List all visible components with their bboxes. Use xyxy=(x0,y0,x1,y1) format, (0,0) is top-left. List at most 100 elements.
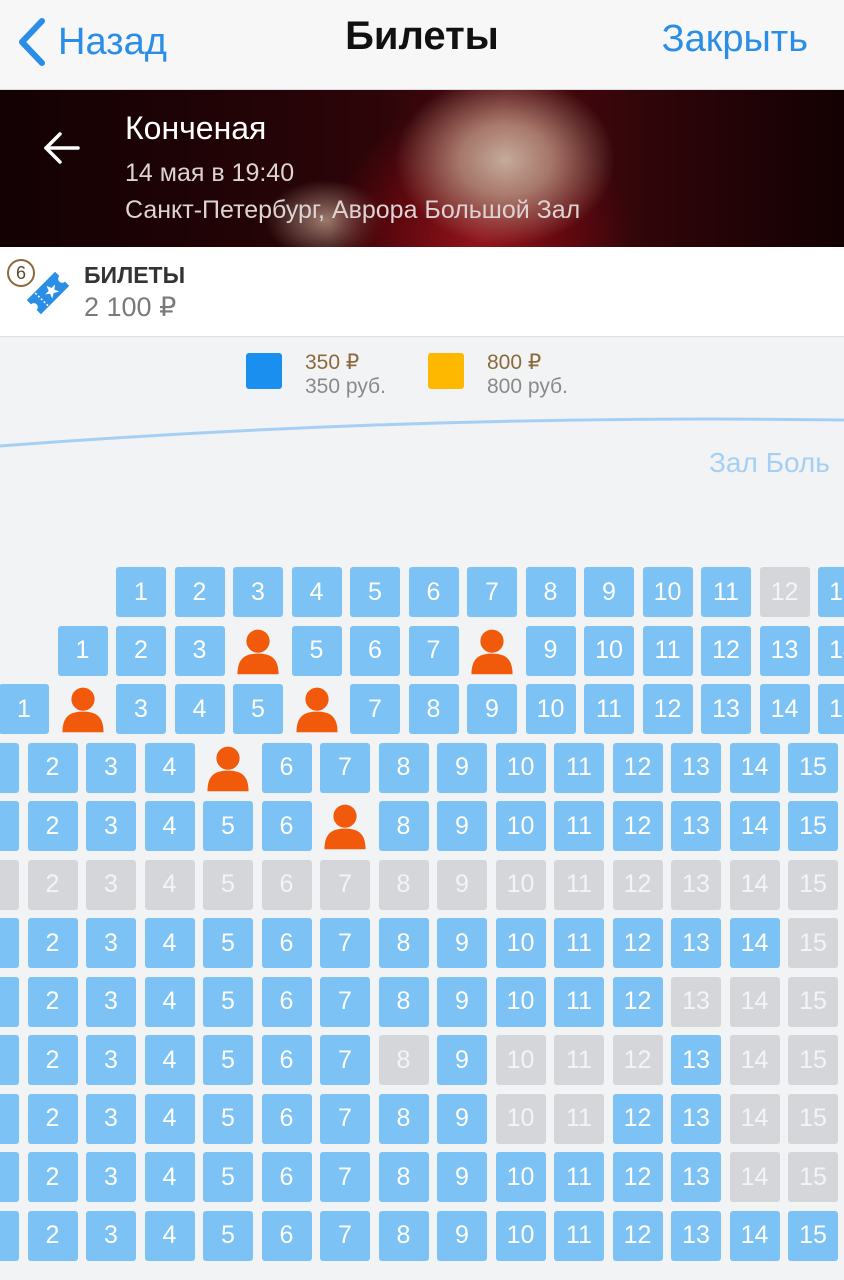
seat-row5-1[interactable]: 1 xyxy=(0,801,19,851)
seat-row4-13[interactable]: 13 xyxy=(671,742,721,793)
seat-row6-13[interactable]: 13 xyxy=(671,859,721,910)
seat-row12-14[interactable]: 14 xyxy=(729,1210,780,1261)
seat-row2-5[interactable]: 5 xyxy=(291,625,342,676)
seat-row11-1[interactable]: 1 xyxy=(0,1152,19,1202)
seat-row10-9[interactable]: 9 xyxy=(437,1093,487,1144)
seat-row11-11[interactable]: 11 xyxy=(554,1152,604,1202)
seat-row11-7[interactable]: 7 xyxy=(320,1152,370,1202)
seat-row5-4[interactable]: 4 xyxy=(144,801,195,851)
seat-row11-4[interactable]: 4 xyxy=(144,1152,195,1202)
close-button[interactable]: Закрыть xyxy=(662,18,808,61)
seat-row5-11[interactable]: 11 xyxy=(554,801,604,851)
seat-row9-2[interactable]: 2 xyxy=(27,1035,78,1085)
seat-row7-10[interactable]: 10 xyxy=(495,918,546,968)
seat-row6-11[interactable]: 11 xyxy=(554,859,604,910)
seat-row8-7[interactable]: 7 xyxy=(320,976,370,1027)
seat-row5-10[interactable]: 10 xyxy=(495,801,546,851)
seat-row3-4[interactable]: 4 xyxy=(174,684,225,734)
seat-row2-6[interactable]: 6 xyxy=(350,625,400,676)
seat-row10-11[interactable]: 11 xyxy=(554,1093,604,1144)
seat-row12-5[interactable]: 5 xyxy=(203,1210,253,1261)
seat-row4-7[interactable]: 7 xyxy=(320,742,370,793)
seat-row12-6[interactable]: 6 xyxy=(261,1210,312,1261)
seat-row5-13[interactable]: 13 xyxy=(671,801,721,851)
seat-row5-7[interactable] xyxy=(320,801,370,851)
seat-row8-10[interactable]: 10 xyxy=(495,976,546,1027)
seat-row7-6[interactable]: 6 xyxy=(261,918,312,968)
seat-row4-1[interactable]: 1 xyxy=(0,742,19,793)
seat-row6-3[interactable]: 3 xyxy=(86,859,136,910)
seat-row3-14[interactable]: 14 xyxy=(759,684,810,734)
seat-row1-10[interactable]: 10 xyxy=(642,567,693,617)
seat-row4-6[interactable]: 6 xyxy=(261,742,312,793)
seat-row8-2[interactable]: 2 xyxy=(27,976,78,1027)
seat-row8-5[interactable]: 5 xyxy=(203,976,253,1027)
seat-row12-2[interactable]: 2 xyxy=(27,1210,78,1261)
seat-row1-1[interactable]: 1 xyxy=(116,567,166,617)
seat-row12-12[interactable]: 12 xyxy=(612,1210,663,1261)
seat-row2-13[interactable]: 13 xyxy=(759,625,810,676)
seat-row3-11[interactable]: 11 xyxy=(584,684,634,734)
seat-row7-1[interactable]: 1 xyxy=(0,918,19,968)
seat-row9-8[interactable]: 8 xyxy=(378,1035,429,1085)
arrow-left-icon[interactable] xyxy=(40,126,84,170)
seat-row9-6[interactable]: 6 xyxy=(261,1035,312,1085)
seat-row12-15[interactable]: 15 xyxy=(788,1210,838,1261)
seat-row10-14[interactable]: 14 xyxy=(729,1093,780,1144)
seat-row6-14[interactable]: 14 xyxy=(729,859,780,910)
seat-row3-6[interactable] xyxy=(292,684,342,734)
seat-row2-3[interactable]: 3 xyxy=(174,625,225,676)
seat-row1-7[interactable]: 7 xyxy=(467,567,517,617)
seat-row11-2[interactable]: 2 xyxy=(27,1152,78,1202)
seat-row1-9[interactable]: 9 xyxy=(584,567,634,617)
seat-row4-9[interactable]: 9 xyxy=(437,742,487,793)
seat-row12-7[interactable]: 7 xyxy=(320,1210,370,1261)
seat-row5-12[interactable]: 12 xyxy=(612,801,663,851)
seat-row2-4[interactable] xyxy=(233,626,283,676)
seat-row2-12[interactable]: 12 xyxy=(701,625,751,676)
seat-row6-12[interactable]: 12 xyxy=(612,859,663,910)
seat-row4-8[interactable]: 8 xyxy=(378,742,429,793)
seat-row12-13[interactable]: 13 xyxy=(671,1210,721,1261)
seat-row8-12[interactable]: 12 xyxy=(612,976,663,1027)
seat-row9-13[interactable]: 13 xyxy=(671,1035,721,1085)
seat-row9-4[interactable]: 4 xyxy=(144,1035,195,1085)
seat-row5-15[interactable]: 15 xyxy=(788,801,838,851)
seat-row4-3[interactable]: 3 xyxy=(86,742,136,793)
seat-row10-8[interactable]: 8 xyxy=(378,1093,429,1144)
seat-row5-2[interactable]: 2 xyxy=(27,801,78,851)
seat-row9-11[interactable]: 11 xyxy=(554,1035,604,1085)
seat-row3-1[interactable]: 1 xyxy=(0,684,49,734)
seat-row10-10[interactable]: 10 xyxy=(495,1093,546,1144)
seat-row9-14[interactable]: 14 xyxy=(729,1035,780,1085)
seat-row3-13[interactable]: 13 xyxy=(701,684,751,734)
seat-row8-13[interactable]: 13 xyxy=(671,976,721,1027)
seat-row11-6[interactable]: 6 xyxy=(261,1152,312,1202)
seat-row5-5[interactable]: 5 xyxy=(203,801,253,851)
seat-row9-7[interactable]: 7 xyxy=(320,1035,370,1085)
seat-row7-12[interactable]: 12 xyxy=(612,918,663,968)
seat-row12-10[interactable]: 10 xyxy=(495,1210,546,1261)
seat-row3-9[interactable]: 9 xyxy=(467,684,517,734)
seat-row7-13[interactable]: 13 xyxy=(671,918,721,968)
seat-row9-15[interactable]: 15 xyxy=(788,1035,838,1085)
seat-row6-15[interactable]: 15 xyxy=(788,859,838,910)
seat-row6-2[interactable]: 2 xyxy=(27,859,78,910)
seat-row3-2[interactable] xyxy=(58,684,108,734)
seat-row11-9[interactable]: 9 xyxy=(437,1152,487,1202)
seat-row3-5[interactable]: 5 xyxy=(233,684,283,734)
seat-row10-13[interactable]: 13 xyxy=(671,1093,721,1144)
seat-row1-8[interactable]: 8 xyxy=(525,567,576,617)
seat-row6-9[interactable]: 9 xyxy=(437,859,487,910)
seat-row8-14[interactable]: 14 xyxy=(729,976,780,1027)
seat-row10-3[interactable]: 3 xyxy=(86,1093,136,1144)
seat-row3-12[interactable]: 12 xyxy=(642,684,693,734)
seat-row10-15[interactable]: 15 xyxy=(788,1093,838,1144)
seat-row2-1[interactable]: 1 xyxy=(57,625,108,676)
tickets-summary[interactable]: 6 БИЛЕТЫ 2 100 ₽ xyxy=(0,247,844,337)
seat-row5-3[interactable]: 3 xyxy=(86,801,136,851)
seat-row7-7[interactable]: 7 xyxy=(320,918,370,968)
seat-row10-4[interactable]: 4 xyxy=(144,1093,195,1144)
seat-row4-15[interactable]: 15 xyxy=(788,742,838,793)
seat-row5-6[interactable]: 6 xyxy=(261,801,312,851)
